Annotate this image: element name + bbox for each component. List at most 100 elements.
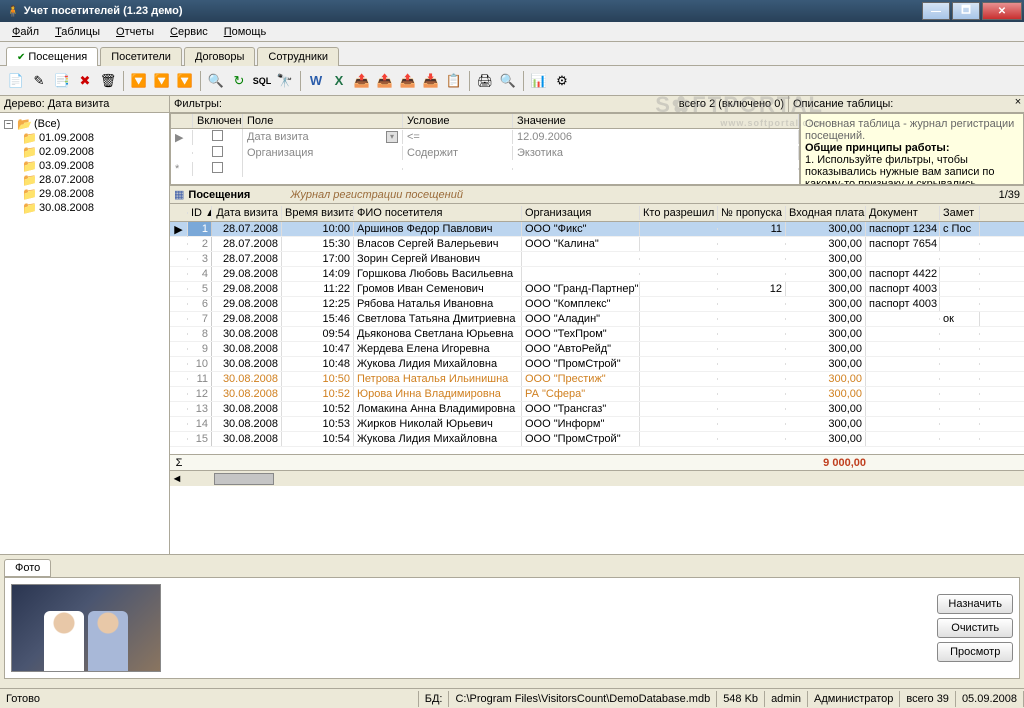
close-button[interactable]: ✕: [982, 2, 1022, 20]
tool-edit-icon[interactable]: ✎: [29, 71, 49, 91]
table-row[interactable]: 429.08.200814:09Горшкова Любовь Васильев…: [170, 267, 1024, 282]
tool-duplicate-icon[interactable]: 📋: [444, 71, 464, 91]
tree-root[interactable]: − 📂 (Все): [4, 117, 165, 131]
column-header[interactable]: Кто разрешил: [640, 206, 718, 220]
column-header[interactable]: Время визита: [282, 206, 354, 220]
description-close-icon[interactable]: ×: [1012, 96, 1024, 112]
app-icon: 🧍: [6, 5, 20, 18]
column-header[interactable]: ФИО посетителя: [354, 206, 522, 220]
horizontal-scrollbar[interactable]: ◄: [170, 470, 1024, 486]
table-row[interactable]: 1030.08.200810:48Жукова Лидия Михайловна…: [170, 357, 1024, 372]
table-row[interactable]: 529.08.200811:22Громов Иван СеменовичООО…: [170, 282, 1024, 297]
tool-find-icon[interactable]: 🔍: [206, 71, 226, 91]
tool-import-icon[interactable]: 📥: [421, 71, 441, 91]
menu-file[interactable]: Файл: [6, 24, 45, 40]
assign-button[interactable]: Назначить: [937, 594, 1013, 614]
menu-service[interactable]: Сервис: [164, 24, 214, 40]
table-row[interactable]: 1530.08.200810:54Жукова Лидия Михайловна…: [170, 432, 1024, 447]
column-header[interactable]: Входная плата: [786, 206, 866, 220]
status-role: Администратор: [808, 691, 900, 707]
tool-refresh-icon[interactable]: ↻: [229, 71, 249, 91]
tool-preview-icon[interactable]: 🔍: [498, 71, 518, 91]
filter-col-value[interactable]: Значение: [513, 114, 799, 128]
tool-deleteall-icon[interactable]: 🗑: [98, 71, 118, 91]
checkbox[interactable]: [212, 162, 223, 173]
data-grid[interactable]: ID ▲Дата визитаВремя визитаФИО посетител…: [170, 204, 1024, 554]
tab-visits[interactable]: Посещения: [6, 47, 98, 66]
scrollbar-thumb[interactable]: [214, 473, 274, 485]
tool-props-icon[interactable]: ⚙: [552, 71, 572, 91]
tool-delete-icon[interactable]: ✖: [75, 71, 95, 91]
table-row[interactable]: 830.08.200809:54Дьяконова Светлана Юрьев…: [170, 327, 1024, 342]
tool-export1-icon[interactable]: 📤: [352, 71, 372, 91]
table-row[interactable]: 1130.08.200810:50Петрова Наталья Ильиниш…: [170, 372, 1024, 387]
table-row[interactable]: 930.08.200810:47Жердева Елена ИгоревнаОО…: [170, 342, 1024, 357]
checkbox[interactable]: [212, 146, 223, 157]
tab-visitors[interactable]: Посетители: [100, 47, 182, 66]
maximize-button[interactable]: 🗖: [952, 2, 980, 20]
tool-copy-icon[interactable]: 📑: [52, 71, 72, 91]
table-row[interactable]: 1430.08.200810:53Жирков Николай ЮрьевичО…: [170, 417, 1024, 432]
folder-icon: 📁: [22, 131, 37, 145]
column-header[interactable]: ID ▲: [188, 206, 212, 220]
menu-tables[interactable]: Таблицы: [49, 24, 106, 40]
tab-contracts[interactable]: Договоры: [184, 47, 255, 66]
tool-export2-icon[interactable]: 📤: [375, 71, 395, 91]
collapse-icon[interactable]: −: [4, 120, 13, 129]
column-header[interactable]: Организация: [522, 206, 640, 220]
tab-photo[interactable]: Фото: [4, 559, 51, 577]
tree-item[interactable]: 📁02.09.2008: [22, 145, 165, 159]
minimize-button[interactable]: —: [922, 2, 950, 20]
tool-binoculars-icon[interactable]: 🔭: [275, 71, 295, 91]
filter-row[interactable]: *: [171, 161, 799, 177]
filter-col-cond[interactable]: Условие: [403, 114, 513, 128]
tool-export3-icon[interactable]: 📤: [398, 71, 418, 91]
checkbox[interactable]: [212, 130, 223, 141]
tool-excel-icon[interactable]: X: [329, 71, 349, 91]
status-db-path: C:\Program Files\VisitorsCount\DemoDatab…: [449, 691, 717, 707]
filter-grid[interactable]: Включен Поле Условие Значение ▶Дата визи…: [170, 113, 800, 185]
clear-button[interactable]: Очистить: [937, 618, 1013, 638]
table-row[interactable]: 228.07.200815:30Власов Сергей Валерьевич…: [170, 237, 1024, 252]
folder-open-icon: 📂: [17, 117, 32, 131]
tree-item[interactable]: 📁01.09.2008: [22, 131, 165, 145]
filter-row[interactable]: ▶Дата визита▾<=12.09.2006: [171, 129, 799, 145]
table-row[interactable]: ▶128.07.200810:00Аршинов Федор ПавловичО…: [170, 222, 1024, 237]
tool-new-icon[interactable]: 📄: [6, 71, 26, 91]
window-title: Учет посетителей (1.23 демо): [24, 5, 183, 17]
filter-col-field[interactable]: Поле: [243, 114, 403, 128]
description-panel: Основная таблица - журнал регистрации по…: [800, 113, 1024, 185]
tool-word-icon[interactable]: W: [306, 71, 326, 91]
tabbar: Посещения Посетители Договоры Сотрудники: [0, 42, 1024, 66]
column-header[interactable]: Дата визита: [212, 206, 282, 220]
filter-col-enabled[interactable]: Включен: [193, 114, 243, 128]
table-row[interactable]: 729.08.200815:46Светлова Татьяна Дмитрие…: [170, 312, 1024, 327]
column-header[interactable]: Замет: [940, 206, 980, 220]
photo-image[interactable]: [11, 584, 161, 672]
dropdown-icon[interactable]: ▾: [386, 131, 398, 143]
tab-employees[interactable]: Сотрудники: [257, 47, 339, 66]
menu-reports[interactable]: Отчеты: [110, 24, 160, 40]
filter-row[interactable]: ОрганизацияСодержитЭкзотика: [171, 145, 799, 161]
tree-panel: Дерево: Дата визита − 📂 (Все) 📁01.09.200…: [0, 96, 170, 554]
column-header[interactable]: Документ: [866, 206, 940, 220]
table-row[interactable]: 328.07.200817:00Зорин Сергей Иванович300…: [170, 252, 1024, 267]
tool-print-icon[interactable]: 🖨: [475, 71, 495, 91]
tool-filter-icon[interactable]: 🔽: [129, 71, 149, 91]
tree[interactable]: − 📂 (Все) 📁01.09.2008📁02.09.2008📁03.09.2…: [0, 113, 169, 554]
tool-sql-icon[interactable]: SQL: [252, 71, 272, 91]
column-header[interactable]: № пропуска: [718, 206, 786, 220]
statusbar: Готово БД: C:\Program Files\VisitorsCoun…: [0, 688, 1024, 708]
view-button[interactable]: Просмотр: [937, 642, 1013, 662]
tool-filterx-icon[interactable]: 🔽: [152, 71, 172, 91]
table-row[interactable]: 1330.08.200810:52Ломакина Анна Владимиро…: [170, 402, 1024, 417]
tree-item[interactable]: 📁29.08.2008: [22, 187, 165, 201]
table-row[interactable]: 1230.08.200810:52Юрова Инна Владимировна…: [170, 387, 1024, 402]
menu-help[interactable]: Помощь: [218, 24, 273, 40]
tree-item[interactable]: 📁28.07.2008: [22, 173, 165, 187]
tool-chart-icon[interactable]: 📊: [529, 71, 549, 91]
tree-item[interactable]: 📁03.09.2008: [22, 159, 165, 173]
tool-filteroff-icon[interactable]: 🔽: [175, 71, 195, 91]
tree-item[interactable]: 📁30.08.2008: [22, 201, 165, 215]
table-row[interactable]: 629.08.200812:25Рябова Наталья ИвановнаО…: [170, 297, 1024, 312]
